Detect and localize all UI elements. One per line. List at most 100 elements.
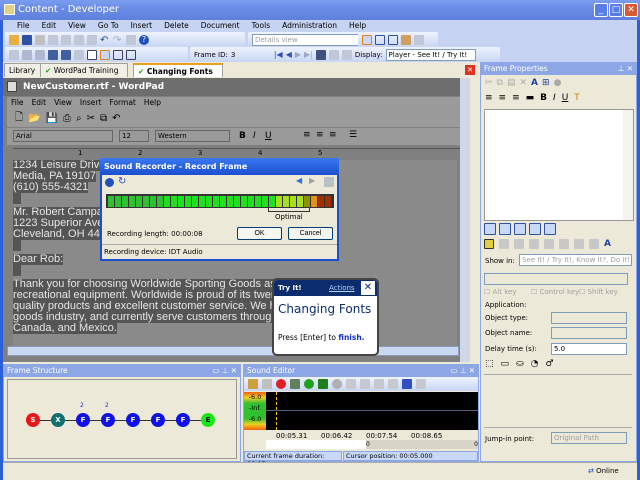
close-document-icon[interactable]: ✕ — [465, 65, 475, 75]
paste-icon[interactable] — [374, 379, 384, 389]
actions-link[interactable]: Actions — [329, 280, 355, 296]
tab-library[interactable]: Library — [4, 63, 44, 77]
align-right-icon[interactable]: ≡ — [329, 130, 337, 140]
save-icon[interactable]: 💾 — [46, 113, 58, 124]
cancel-button[interactable]: Cancel — [288, 227, 333, 240]
gender-icon[interactable]: ♂ — [545, 359, 553, 369]
view-select[interactable]: Details view — [252, 33, 359, 46]
minimize-button[interactable]: _ — [594, 3, 608, 17]
wp-menu-help[interactable]: Help — [140, 97, 165, 109]
cut-icon[interactable] — [48, 34, 58, 45]
cut-icon[interactable]: ✂ — [485, 78, 493, 88]
delete-icon[interactable]: ✕ — [520, 78, 528, 88]
select-object-icon[interactable]: ⬚ — [485, 359, 494, 369]
paste-icon[interactable] — [74, 34, 84, 45]
layout-vertical-icon[interactable] — [388, 34, 398, 45]
merge-icon[interactable] — [341, 49, 352, 60]
object-type-select[interactable] — [551, 312, 627, 324]
color-icon[interactable]: T — [574, 93, 580, 103]
font-select[interactable]: Arial — [13, 130, 113, 142]
wp-menu-edit[interactable]: Edit — [28, 97, 51, 109]
font-icon[interactable]: A — [604, 239, 611, 249]
help-icon[interactable]: ? — [139, 34, 149, 45]
split-icon[interactable] — [328, 49, 339, 60]
bubble-text-editor[interactable] — [484, 109, 634, 221]
frame-node[interactable]: X — [51, 413, 65, 427]
new-icon[interactable]: 🗋 — [15, 110, 23, 127]
italic-icon[interactable]: I — [253, 131, 256, 141]
last-frame-icon[interactable]: ▶| — [304, 50, 313, 59]
cut-icon[interactable]: ✂ — [87, 113, 95, 124]
justify-icon[interactable]: ▬ — [526, 93, 535, 103]
panel-controls-icon[interactable]: ⊥ ✕ — [618, 63, 636, 75]
open-icon[interactable] — [9, 34, 19, 45]
copy-icon[interactable] — [360, 379, 370, 389]
show-in-select[interactable]: See It! / Try It!, Know It?, Do It! — [519, 254, 632, 266]
tab-wordpad-training[interactable]: ✔ WordPad Training — [40, 63, 128, 77]
rectangle-icon[interactable]: ▭ — [501, 359, 510, 369]
play-selection-icon[interactable] — [318, 379, 328, 389]
object-name-field[interactable] — [551, 327, 627, 339]
sound-record-icon[interactable] — [100, 49, 110, 60]
play-icon[interactable] — [304, 379, 314, 389]
layout-horizontal-icon[interactable] — [375, 34, 385, 45]
align-left-icon[interactable]: ≡ — [303, 130, 311, 140]
display-select[interactable]: Player - See It! / Try It! — [385, 48, 476, 61]
bold-icon[interactable]: B — [540, 93, 547, 103]
menu-document[interactable]: Document — [195, 20, 246, 32]
find-icon[interactable] — [126, 34, 136, 45]
control-key-checkbox[interactable]: ☐ Control key — [531, 288, 579, 296]
frame-node[interactable]: E — [201, 413, 215, 427]
open-icon[interactable]: 📂 — [28, 113, 40, 124]
delete-icon[interactable] — [87, 34, 97, 45]
bold-icon[interactable]: B — [239, 131, 246, 141]
waveform[interactable] — [266, 392, 478, 430]
previous-icon[interactable]: ◀ — [296, 176, 302, 185]
link-icon[interactable]: ● — [554, 78, 562, 88]
find-icon[interactable]: ⌕ — [76, 113, 82, 124]
frame-node[interactable]: F — [76, 413, 90, 427]
export-icon[interactable] — [589, 239, 599, 249]
align-center-icon[interactable]: ≡ — [316, 130, 324, 140]
insert-sound-icon[interactable] — [248, 379, 258, 389]
frame-node[interactable]: S — [26, 413, 40, 427]
next-frame-icon[interactable]: ▶ — [295, 50, 301, 59]
wp-menu-format[interactable]: Format — [105, 97, 139, 109]
wp-menu-view[interactable]: View — [50, 97, 76, 109]
italic-icon[interactable]: I — [553, 93, 556, 103]
delete-icon[interactable] — [388, 379, 398, 389]
close-button[interactable]: ✕ — [624, 3, 638, 17]
jump-in-field[interactable]: Original Path — [551, 432, 627, 444]
rerecord-icon[interactable]: ↻ — [118, 176, 126, 187]
print-icon[interactable]: ⎙ — [63, 113, 71, 124]
markers-icon[interactable] — [416, 379, 426, 389]
timer-icon[interactable]: ◔ — [531, 359, 539, 369]
wp-menu-insert[interactable]: Insert — [76, 97, 106, 109]
undo-icon[interactable]: ↶ — [112, 113, 120, 124]
underline-icon[interactable]: U — [265, 131, 272, 141]
frame-node[interactable]: F — [176, 413, 190, 427]
horizontal-scrollbar[interactable] — [7, 346, 459, 356]
refresh-icon[interactable] — [414, 34, 424, 45]
menu-file[interactable]: File — [11, 20, 36, 32]
save-icon[interactable] — [22, 34, 32, 45]
sound-scroll[interactable]: 00 — [366, 440, 478, 449]
bubble-edit-icon[interactable] — [484, 239, 494, 249]
editor-scrollbar[interactable] — [623, 110, 633, 220]
align-left-icon[interactable]: ≡ — [485, 93, 493, 103]
layout-details-icon[interactable] — [362, 34, 372, 45]
menu-insert[interactable]: Insert — [125, 20, 159, 32]
first-frame-icon[interactable]: |◀ — [274, 50, 283, 59]
alternative-icon[interactable] — [48, 49, 58, 60]
record-icon[interactable] — [9, 49, 19, 60]
script-select[interactable]: Western — [155, 130, 230, 142]
bubble-tab-icon[interactable] — [484, 223, 496, 235]
underline-icon[interactable]: U — [562, 93, 569, 103]
link-icon[interactable] — [61, 49, 71, 60]
redo-icon[interactable]: ↷ — [113, 35, 123, 46]
bubble-tab-icon[interactable] — [499, 223, 511, 235]
paste-icon[interactable]: ▤ — [507, 78, 516, 88]
tab-changing-fonts[interactable]: ✔ Changing Fonts ✕ — [133, 63, 223, 90]
frame-node[interactable]: F — [151, 413, 165, 427]
pause-icon[interactable] — [105, 178, 114, 187]
